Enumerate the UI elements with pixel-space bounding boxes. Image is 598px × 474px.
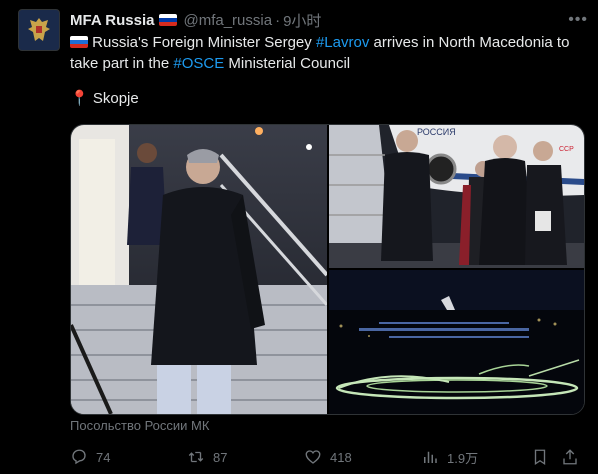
eagle-emblem-icon — [28, 18, 50, 41]
north-macedonia-flag-icon — [70, 36, 88, 48]
location-text: Skopje — [92, 90, 139, 107]
share-icon — [563, 449, 577, 465]
heart-icon — [305, 450, 321, 464]
tweet-text: Russia's Foreign Minister Sergey #Lavrov… — [70, 32, 590, 109]
media-credit: Посольство России МК — [70, 418, 210, 433]
hashtag-lavrov[interactable]: #Lavrov — [316, 34, 369, 51]
reply-button[interactable]: 74 — [70, 448, 187, 466]
photo-aerial-night[interactable] — [329, 270, 584, 414]
russia-flag-icon — [159, 14, 178, 26]
tweet-location: 📍 Skopje — [70, 88, 590, 109]
photo-lavrov-greeting[interactable]: РОССИЯ CCP — [329, 125, 584, 268]
bookmark-button[interactable] — [531, 448, 561, 466]
media-grid: РОССИЯ CCP — [70, 124, 585, 415]
repost-count: 87 — [213, 449, 228, 465]
tweet-text-suffix: Ministerial Council — [224, 55, 351, 72]
author-name[interactable]: MFA Russia — [70, 12, 154, 29]
views-button[interactable]: 1.9万 — [421, 448, 531, 467]
views-count: 1.9万 — [447, 450, 479, 466]
views-chart-icon — [424, 451, 437, 463]
like-button[interactable]: 418 — [304, 448, 421, 466]
repost-icon — [188, 451, 204, 463]
repost-button[interactable]: 87 — [187, 448, 304, 466]
photo-lavrov-stairs[interactable] — [71, 125, 327, 414]
plane-sign: CCP — [559, 146, 574, 153]
bookmark-icon — [534, 449, 546, 466]
plane-text: РОССИЯ — [417, 127, 456, 137]
tweet-time[interactable]: 9小时 — [283, 10, 321, 31]
avatar[interactable] — [18, 9, 60, 51]
tweet-paragraph-1: Russia's Foreign Minister Sergey #Lavrov… — [70, 32, 590, 74]
action-bar: 74 87 418 1.9万 — [70, 446, 585, 468]
share-button[interactable] — [561, 448, 585, 466]
hashtag-osce[interactable]: #OSCE — [173, 55, 224, 72]
location-pin-icon: 📍 — [70, 90, 89, 107]
author-handle[interactable]: @mfa_russia — [183, 12, 272, 29]
reply-count: 74 — [96, 449, 111, 465]
header-separator: · — [275, 11, 281, 29]
reply-icon — [72, 449, 86, 465]
like-count: 418 — [330, 449, 352, 465]
more-options-icon[interactable]: ••• — [568, 11, 588, 29]
tweet-header: MFA Russia @mfa_russia · 9小时 ••• — [70, 10, 588, 30]
tweet-text-prefix: Russia's Foreign Minister Sergey — [88, 34, 316, 51]
